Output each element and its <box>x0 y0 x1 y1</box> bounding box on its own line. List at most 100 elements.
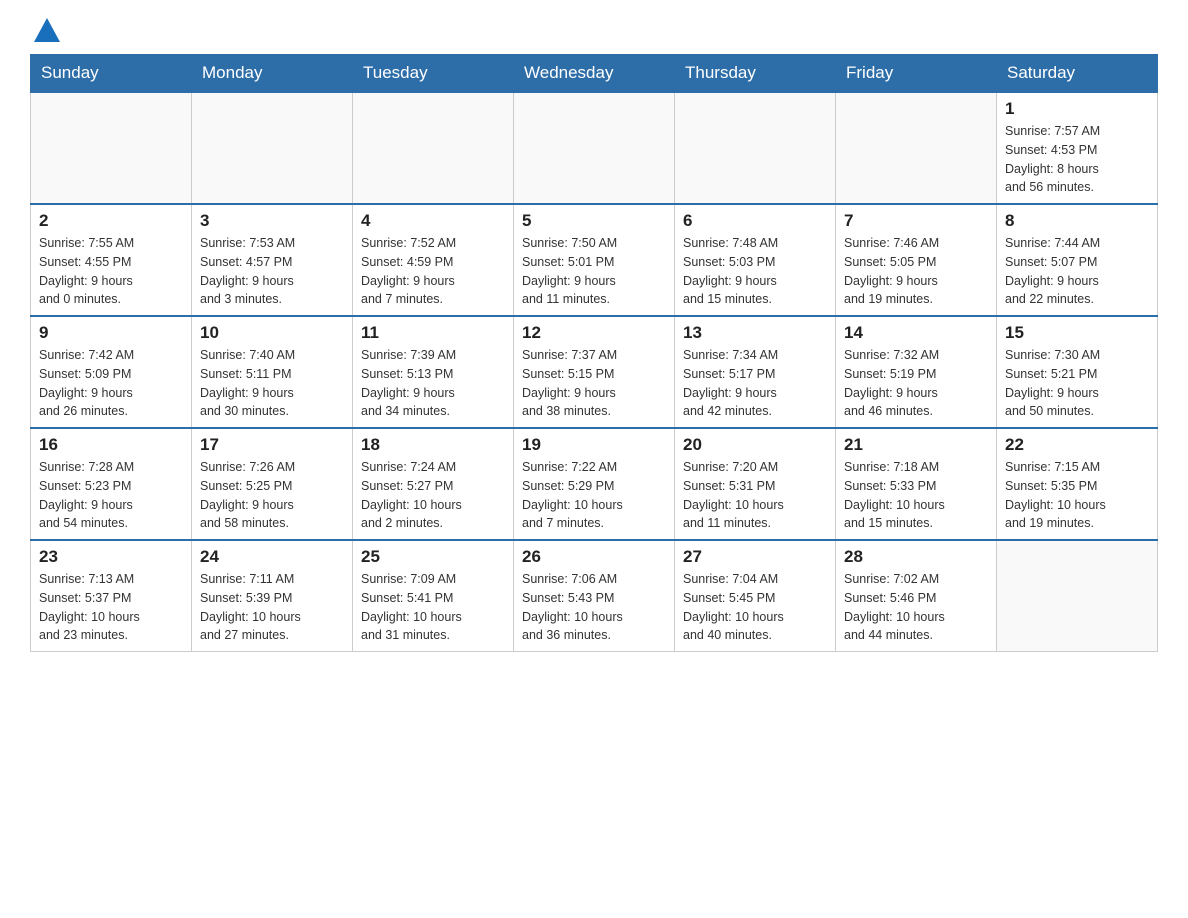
day-info: Sunrise: 7:32 AMSunset: 5:19 PMDaylight:… <box>844 346 988 421</box>
day-info: Sunrise: 7:44 AMSunset: 5:07 PMDaylight:… <box>1005 234 1149 309</box>
day-number: 21 <box>844 435 988 455</box>
calendar-cell <box>192 92 353 204</box>
day-info: Sunrise: 7:02 AMSunset: 5:46 PMDaylight:… <box>844 570 988 645</box>
day-info: Sunrise: 7:15 AMSunset: 5:35 PMDaylight:… <box>1005 458 1149 533</box>
day-info: Sunrise: 7:04 AMSunset: 5:45 PMDaylight:… <box>683 570 827 645</box>
calendar-week-row: 23 Sunrise: 7:13 AMSunset: 5:37 PMDayligh… <box>31 540 1158 652</box>
calendar-cell <box>836 92 997 204</box>
day-number: 15 <box>1005 323 1149 343</box>
day-info: Sunrise: 7:26 AMSunset: 5:25 PMDaylight:… <box>200 458 344 533</box>
calendar-cell <box>675 92 836 204</box>
logo-triangle-icon <box>32 16 62 44</box>
calendar-cell: 15 Sunrise: 7:30 AMSunset: 5:21 PMDayligh… <box>997 316 1158 428</box>
day-info: Sunrise: 7:13 AMSunset: 5:37 PMDaylight:… <box>39 570 183 645</box>
day-number: 28 <box>844 547 988 567</box>
calendar-cell: 9 Sunrise: 7:42 AMSunset: 5:09 PMDaylight… <box>31 316 192 428</box>
weekday-header-friday: Friday <box>836 55 997 93</box>
day-number: 26 <box>522 547 666 567</box>
day-number: 7 <box>844 211 988 231</box>
day-info: Sunrise: 7:09 AMSunset: 5:41 PMDaylight:… <box>361 570 505 645</box>
day-info: Sunrise: 7:57 AMSunset: 4:53 PMDaylight:… <box>1005 122 1149 197</box>
day-info: Sunrise: 7:24 AMSunset: 5:27 PMDaylight:… <box>361 458 505 533</box>
calendar-cell: 28 Sunrise: 7:02 AMSunset: 5:46 PMDayligh… <box>836 540 997 652</box>
calendar-week-row: 9 Sunrise: 7:42 AMSunset: 5:09 PMDaylight… <box>31 316 1158 428</box>
calendar-cell: 5 Sunrise: 7:50 AMSunset: 5:01 PMDaylight… <box>514 204 675 316</box>
day-info: Sunrise: 7:53 AMSunset: 4:57 PMDaylight:… <box>200 234 344 309</box>
day-number: 10 <box>200 323 344 343</box>
calendar-cell: 1 Sunrise: 7:57 AMSunset: 4:53 PMDaylight… <box>997 92 1158 204</box>
weekday-header-wednesday: Wednesday <box>514 55 675 93</box>
day-info: Sunrise: 7:50 AMSunset: 5:01 PMDaylight:… <box>522 234 666 309</box>
day-number: 4 <box>361 211 505 231</box>
calendar-cell: 6 Sunrise: 7:48 AMSunset: 5:03 PMDaylight… <box>675 204 836 316</box>
day-number: 13 <box>683 323 827 343</box>
weekday-header-monday: Monday <box>192 55 353 93</box>
day-info: Sunrise: 7:22 AMSunset: 5:29 PMDaylight:… <box>522 458 666 533</box>
day-number: 27 <box>683 547 827 567</box>
day-info: Sunrise: 7:30 AMSunset: 5:21 PMDaylight:… <box>1005 346 1149 421</box>
day-number: 18 <box>361 435 505 455</box>
calendar-table: SundayMondayTuesdayWednesdayThursdayFrid… <box>30 54 1158 652</box>
day-info: Sunrise: 7:39 AMSunset: 5:13 PMDaylight:… <box>361 346 505 421</box>
calendar-cell: 10 Sunrise: 7:40 AMSunset: 5:11 PMDayligh… <box>192 316 353 428</box>
day-number: 1 <box>1005 99 1149 119</box>
day-info: Sunrise: 7:55 AMSunset: 4:55 PMDaylight:… <box>39 234 183 309</box>
logo <box>30 20 62 44</box>
day-number: 5 <box>522 211 666 231</box>
calendar-cell: 23 Sunrise: 7:13 AMSunset: 5:37 PMDayligh… <box>31 540 192 652</box>
day-number: 12 <box>522 323 666 343</box>
day-info: Sunrise: 7:18 AMSunset: 5:33 PMDaylight:… <box>844 458 988 533</box>
day-info: Sunrise: 7:52 AMSunset: 4:59 PMDaylight:… <box>361 234 505 309</box>
calendar-cell: 13 Sunrise: 7:34 AMSunset: 5:17 PMDayligh… <box>675 316 836 428</box>
day-number: 24 <box>200 547 344 567</box>
day-info: Sunrise: 7:40 AMSunset: 5:11 PMDaylight:… <box>200 346 344 421</box>
calendar-cell: 27 Sunrise: 7:04 AMSunset: 5:45 PMDayligh… <box>675 540 836 652</box>
day-info: Sunrise: 7:42 AMSunset: 5:09 PMDaylight:… <box>39 346 183 421</box>
calendar-cell: 4 Sunrise: 7:52 AMSunset: 4:59 PMDaylight… <box>353 204 514 316</box>
day-info: Sunrise: 7:37 AMSunset: 5:15 PMDaylight:… <box>522 346 666 421</box>
calendar-cell: 2 Sunrise: 7:55 AMSunset: 4:55 PMDaylight… <box>31 204 192 316</box>
calendar-week-row: 2 Sunrise: 7:55 AMSunset: 4:55 PMDaylight… <box>31 204 1158 316</box>
calendar-cell: 14 Sunrise: 7:32 AMSunset: 5:19 PMDayligh… <box>836 316 997 428</box>
calendar-cell: 24 Sunrise: 7:11 AMSunset: 5:39 PMDayligh… <box>192 540 353 652</box>
day-number: 11 <box>361 323 505 343</box>
day-number: 22 <box>1005 435 1149 455</box>
calendar-cell <box>353 92 514 204</box>
weekday-header-tuesday: Tuesday <box>353 55 514 93</box>
day-info: Sunrise: 7:34 AMSunset: 5:17 PMDaylight:… <box>683 346 827 421</box>
calendar-cell: 17 Sunrise: 7:26 AMSunset: 5:25 PMDayligh… <box>192 428 353 540</box>
calendar-cell: 26Sunrise: 7:06 AMSunset: 5:43 PMDayligh… <box>514 540 675 652</box>
calendar-week-row: 1 Sunrise: 7:57 AMSunset: 4:53 PMDaylight… <box>31 92 1158 204</box>
day-info: Sunrise: 7:48 AMSunset: 5:03 PMDaylight:… <box>683 234 827 309</box>
day-number: 3 <box>200 211 344 231</box>
day-info: Sunrise: 7:46 AMSunset: 5:05 PMDaylight:… <box>844 234 988 309</box>
calendar-cell: 8Sunrise: 7:44 AMSunset: 5:07 PMDaylight… <box>997 204 1158 316</box>
day-number: 6 <box>683 211 827 231</box>
calendar-cell: 19 Sunrise: 7:22 AMSunset: 5:29 PMDayligh… <box>514 428 675 540</box>
day-number: 20 <box>683 435 827 455</box>
day-number: 16 <box>39 435 183 455</box>
day-info: Sunrise: 7:28 AMSunset: 5:23 PMDaylight:… <box>39 458 183 533</box>
calendar-cell: 7 Sunrise: 7:46 AMSunset: 5:05 PMDaylight… <box>836 204 997 316</box>
calendar-cell: 18 Sunrise: 7:24 AMSunset: 5:27 PMDayligh… <box>353 428 514 540</box>
calendar-cell: 16 Sunrise: 7:28 AMSunset: 5:23 PMDayligh… <box>31 428 192 540</box>
calendar-cell: 22 Sunrise: 7:15 AMSunset: 5:35 PMDayligh… <box>997 428 1158 540</box>
weekday-header-sunday: Sunday <box>31 55 192 93</box>
weekday-header-saturday: Saturday <box>997 55 1158 93</box>
day-number: 17 <box>200 435 344 455</box>
calendar-cell <box>514 92 675 204</box>
day-info: Sunrise: 7:11 AMSunset: 5:39 PMDaylight:… <box>200 570 344 645</box>
day-number: 23 <box>39 547 183 567</box>
calendar-cell: 3 Sunrise: 7:53 AMSunset: 4:57 PMDaylight… <box>192 204 353 316</box>
calendar-cell <box>31 92 192 204</box>
day-number: 25 <box>361 547 505 567</box>
day-number: 14 <box>844 323 988 343</box>
day-number: 2 <box>39 211 183 231</box>
calendar-cell: 25 Sunrise: 7:09 AMSunset: 5:41 PMDayligh… <box>353 540 514 652</box>
day-number: 19 <box>522 435 666 455</box>
day-number: 9 <box>39 323 183 343</box>
calendar-week-row: 16 Sunrise: 7:28 AMSunset: 5:23 PMDayligh… <box>31 428 1158 540</box>
calendar-header-row: SundayMondayTuesdayWednesdayThursdayFrid… <box>31 55 1158 93</box>
calendar-cell: 11 Sunrise: 7:39 AMSunset: 5:13 PMDayligh… <box>353 316 514 428</box>
day-info: Sunrise: 7:20 AMSunset: 5:31 PMDaylight:… <box>683 458 827 533</box>
